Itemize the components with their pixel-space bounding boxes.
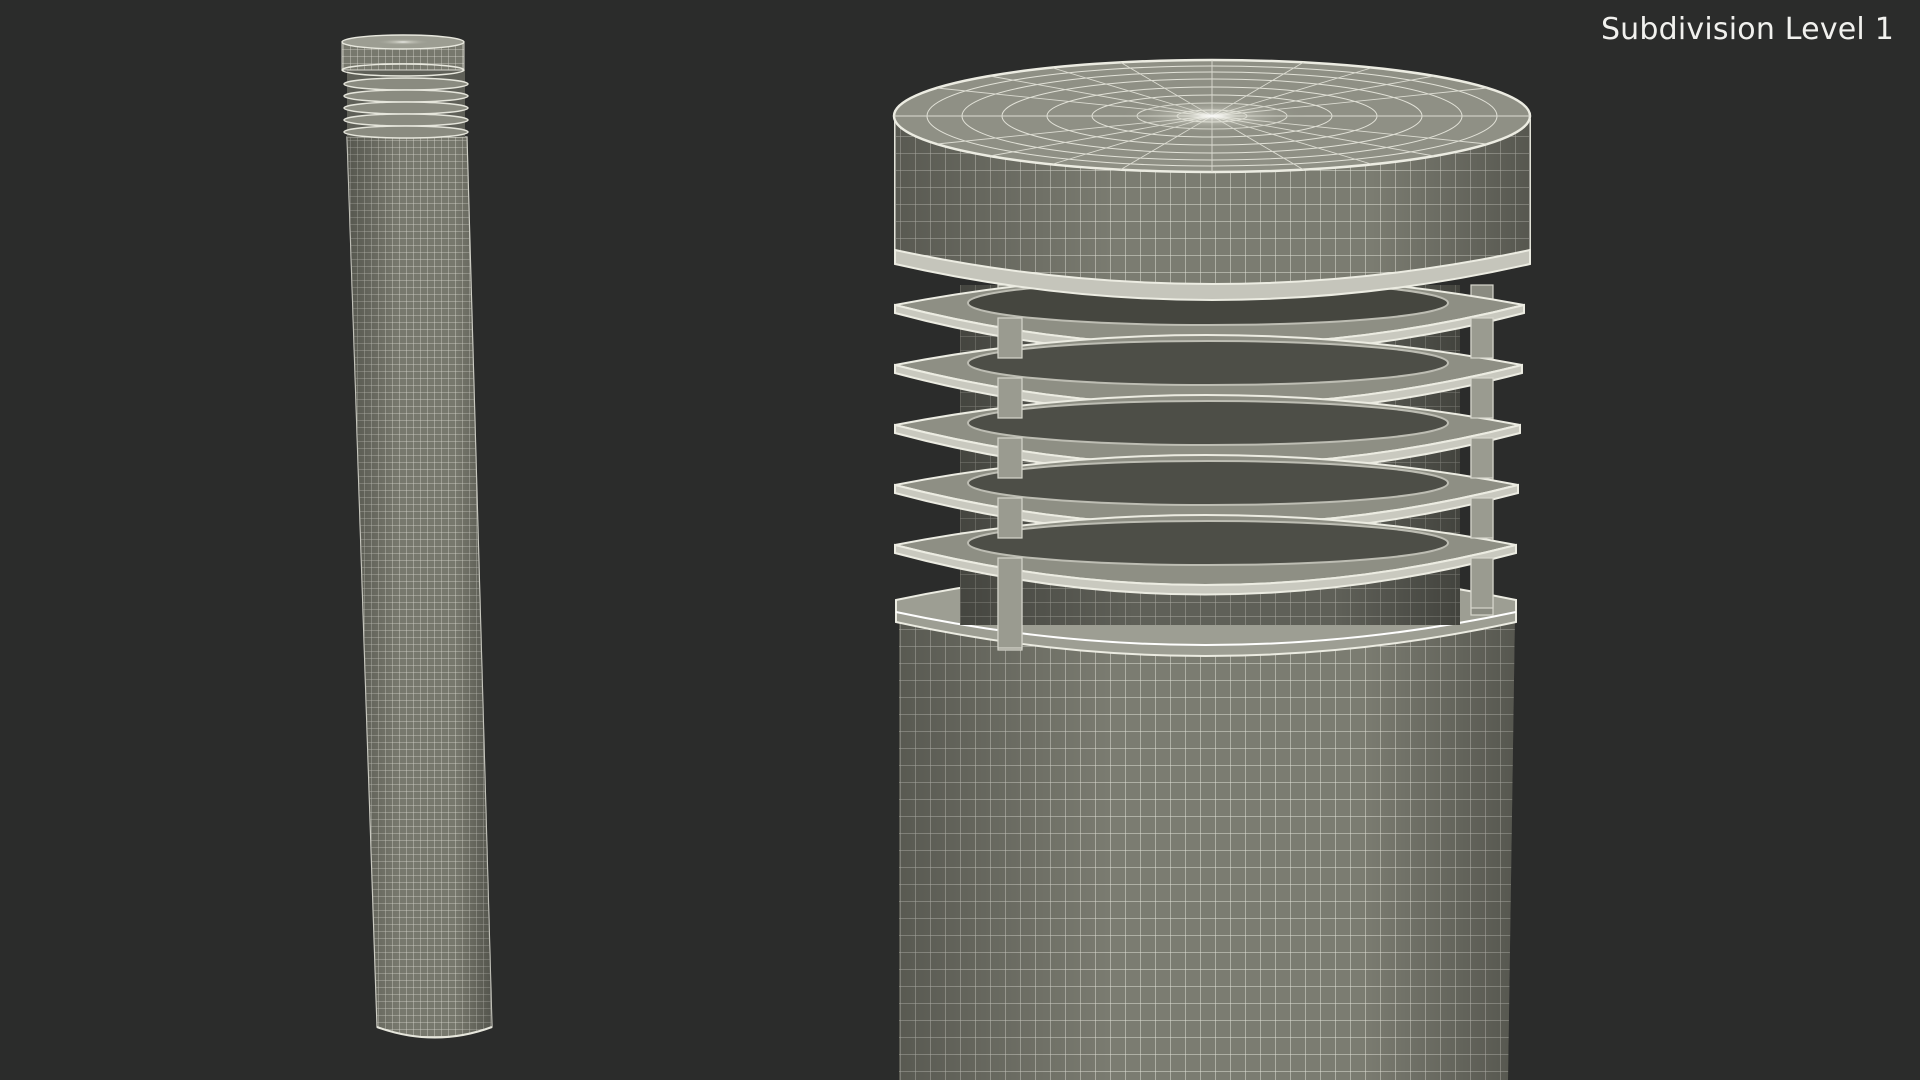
bollard-full-view: [341, 34, 493, 1039]
wireframe-render: [341, 34, 1532, 1080]
render-viewport: Subdivision Level 1: [0, 0, 1920, 1080]
bollard-closeup-view: [892, 58, 1532, 1080]
